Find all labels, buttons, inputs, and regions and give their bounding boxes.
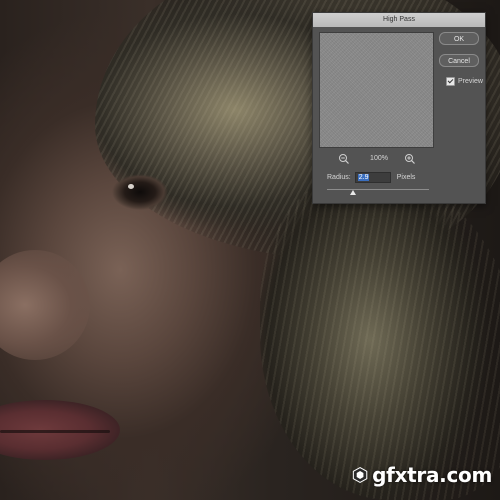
radius-label: Radius:	[327, 174, 351, 181]
zoom-in-icon[interactable]	[404, 153, 416, 165]
units-label: Pixels	[396, 174, 416, 181]
preview-label: Preview	[458, 77, 483, 85]
zoom-out-icon[interactable]	[338, 153, 350, 165]
gfxtra-logo-icon	[352, 467, 368, 483]
radius-input[interactable]: 2.9	[354, 172, 391, 183]
zoom-controls: 100%	[338, 153, 418, 165]
zoom-level: 100%	[370, 155, 388, 162]
eye-glint	[128, 184, 134, 189]
ok-button[interactable]: OK	[439, 32, 479, 45]
cancel-button[interactable]: Cancel	[439, 54, 479, 67]
preview-toggle[interactable]: Preview	[446, 76, 483, 86]
preview-checkbox[interactable]	[446, 76, 455, 86]
watermark: gfxtra.com	[352, 462, 492, 488]
nose	[0, 250, 90, 360]
radius-slider-thumb[interactable]	[349, 190, 356, 195]
dialog-title[interactable]: High Pass	[313, 13, 485, 27]
watermark-text: gfxtra.com	[372, 463, 492, 487]
hair-right	[260, 170, 500, 500]
eye	[88, 170, 188, 214]
radius-slider-track[interactable]	[327, 189, 429, 190]
lip-line	[0, 430, 110, 433]
filter-preview[interactable]	[319, 32, 434, 148]
high-pass-dialog: High Pass OK Cancel Preview 100% Radius:	[312, 12, 486, 204]
radius-row: Radius: 2.9 Pixels	[327, 172, 415, 183]
radius-value[interactable]: 2.9	[357, 174, 370, 181]
